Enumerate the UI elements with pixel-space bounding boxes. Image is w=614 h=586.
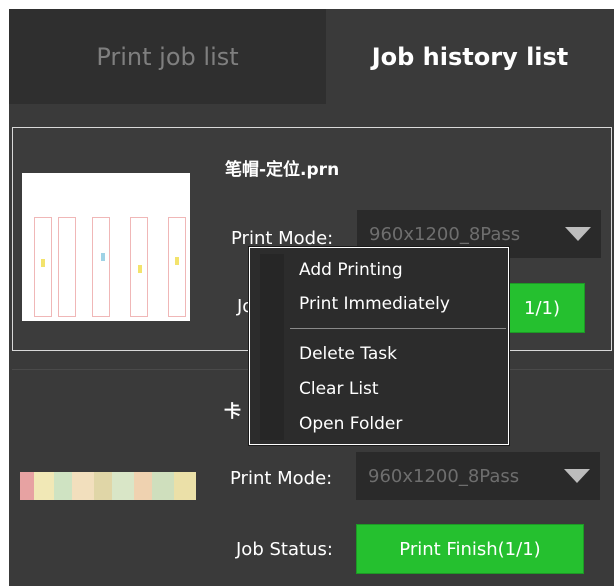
thumbnail-segment bbox=[174, 472, 196, 500]
thumbnail-segment bbox=[54, 472, 72, 500]
tab-bar: Print job list Job history list bbox=[0, 0, 614, 104]
print-mode-value: 960x1200_8Pass bbox=[368, 465, 520, 487]
job-status-value: 1/1) bbox=[524, 297, 560, 319]
job-thumbnail-1 bbox=[22, 173, 190, 321]
menu-item-print-immediately[interactable]: Print Immediately bbox=[299, 294, 450, 314]
thumbnail-strip bbox=[34, 217, 52, 317]
print-mode-label: Print Mode: bbox=[231, 228, 334, 249]
thumbnail-strip bbox=[168, 217, 186, 317]
tab-print-job-list[interactable]: Print job list bbox=[9, 9, 326, 104]
job-thumbnail-2 bbox=[20, 472, 196, 500]
print-mode-label: Print Mode: bbox=[230, 468, 333, 489]
job-filename: 卡 bbox=[224, 402, 241, 422]
thumbnail-segment bbox=[20, 472, 34, 500]
thumbnail-segment bbox=[72, 472, 94, 500]
job-status-label: Job Status: bbox=[236, 539, 333, 560]
job-status-badge: Print Finish(1/1) bbox=[356, 524, 584, 574]
menu-item-open-folder[interactable]: Open Folder bbox=[299, 414, 402, 434]
print-mode-value: 960x1200_8Pass bbox=[369, 223, 521, 245]
chevron-down-icon bbox=[565, 227, 591, 241]
job-filename: 笔帽-定位.prn bbox=[225, 160, 340, 180]
menu-item-delete-task[interactable]: Delete Task bbox=[299, 344, 397, 364]
menu-item-clear-list[interactable]: Clear List bbox=[299, 379, 379, 399]
thumbnail-segment bbox=[152, 472, 174, 500]
chevron-down-icon bbox=[564, 469, 590, 483]
thumbnail-strip bbox=[92, 217, 110, 317]
menu-separator bbox=[290, 328, 506, 329]
tab-job-history-list[interactable]: Job history list bbox=[326, 9, 614, 104]
menu-item-add-printing[interactable]: Add Printing bbox=[299, 260, 403, 280]
thumbnail-dot bbox=[138, 265, 142, 273]
thumbnail-strip bbox=[58, 217, 76, 317]
thumbnail-dot bbox=[41, 259, 45, 267]
context-menu[interactable]: Add Printing Print Immediately Delete Ta… bbox=[249, 247, 509, 445]
print-mode-select[interactable]: 960x1200_8Pass bbox=[356, 452, 600, 500]
menu-icon-gutter bbox=[260, 254, 284, 440]
thumbnail-dot bbox=[175, 257, 179, 265]
thumbnail-segment bbox=[112, 472, 134, 500]
thumbnail-dot bbox=[101, 253, 105, 261]
thumbnail-segment bbox=[34, 472, 54, 500]
job-status-value: Print Finish(1/1) bbox=[399, 538, 541, 560]
thumbnail-segment bbox=[134, 472, 152, 500]
thumbnail-segment bbox=[94, 472, 112, 500]
